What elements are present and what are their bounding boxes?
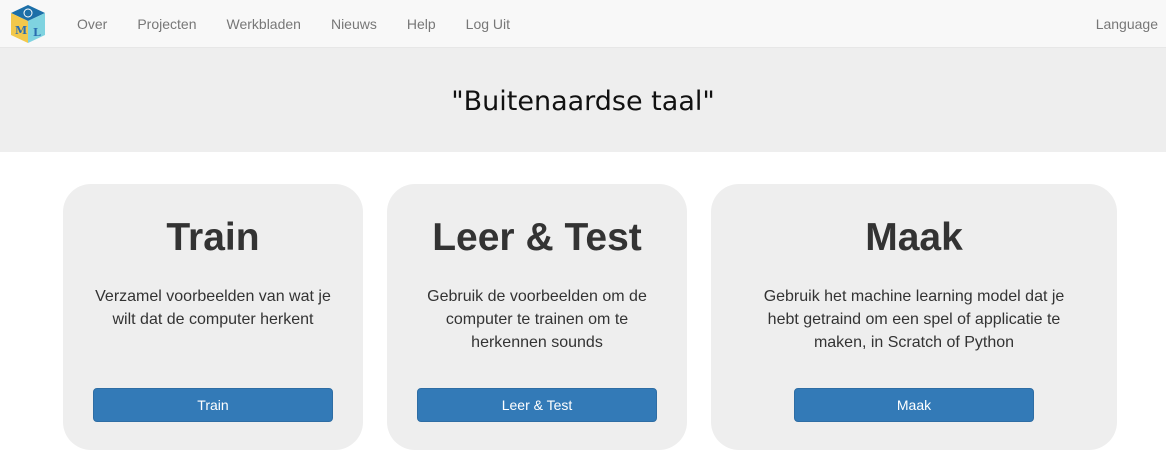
nav-link-nieuws[interactable]: Nieuws — [316, 16, 392, 32]
train-card-heading: Train — [166, 216, 260, 259]
make-card-description: Gebruik het machine learning model dat j… — [763, 288, 1065, 351]
make-card: Maak Gebruik het machine learning model … — [711, 184, 1117, 450]
nav-link-log-uit[interactable]: Log Uit — [451, 16, 525, 32]
nav-link-werkbladen[interactable]: Werkbladen — [212, 16, 316, 32]
top-navbar: M L Over Projecten Werkbladen Nieuws Hel… — [0, 0, 1166, 48]
make-button[interactable]: Maak — [794, 388, 1034, 422]
learn-test-card: Leer & Test Gebruik de voorbeelden om de… — [387, 184, 687, 450]
logo-letter-l: L — [33, 26, 41, 39]
ml-cube-logo-icon[interactable]: M L — [9, 4, 47, 44]
learn-test-card-heading: Leer & Test — [432, 216, 642, 259]
nav-link-help[interactable]: Help — [392, 16, 451, 32]
nav-link-over[interactable]: Over — [62, 16, 122, 32]
language-menu[interactable]: Language — [1096, 0, 1158, 47]
learn-test-card-description: Gebruik de voorbeelden om de computer te… — [427, 288, 647, 351]
logo-letter-m: M — [15, 24, 27, 37]
nav-link-projecten[interactable]: Projecten — [122, 16, 211, 32]
train-button[interactable]: Train — [93, 388, 333, 422]
learn-test-button[interactable]: Leer & Test — [417, 388, 657, 422]
nav-links: Over Projecten Werkbladen Nieuws Help Lo… — [62, 0, 525, 47]
train-card-description: Verzamel voorbeelden van wat je wilt dat… — [95, 288, 331, 328]
page-title: "Buitenaardse taal" — [451, 85, 715, 117]
train-card: Train Verzamel voorbeelden van wat je wi… — [63, 184, 363, 450]
make-card-heading: Maak — [865, 216, 963, 259]
project-banner: "Buitenaardse taal" — [0, 48, 1166, 152]
